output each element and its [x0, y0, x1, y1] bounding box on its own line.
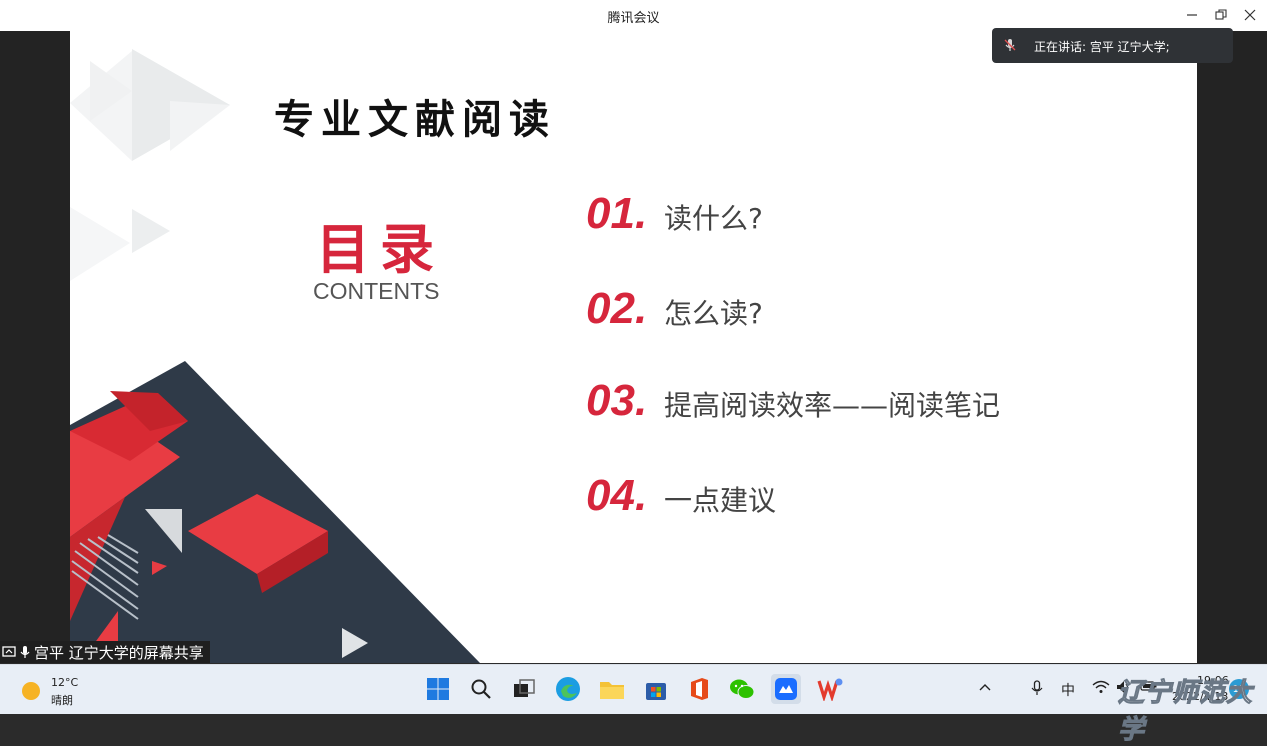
minimize-button[interactable]: [1178, 2, 1206, 28]
taskbar: 12°C 晴朗 中 19:06 2022/4/13 15: [0, 664, 1267, 714]
wifi-button[interactable]: [1092, 680, 1110, 698]
office-icon: [691, 678, 708, 700]
toc-item: 01. 读什么?: [586, 189, 763, 239]
microphone-icon: [1004, 39, 1016, 51]
toc-item: 02. 怎么读?: [586, 284, 763, 334]
store-icon: [646, 683, 666, 700]
speaking-text: 正在讲话: 宫平 辽宁大学;: [1034, 40, 1170, 54]
start-button[interactable]: [423, 674, 453, 704]
toc-number: 01.: [586, 189, 648, 238]
close-button[interactable]: [1236, 2, 1264, 28]
shared-slide: 专业文献阅读 目录 CONTENTS 01. 读什么? 02. 怎么读? 03.…: [70, 31, 1197, 663]
microphone-icon: [20, 646, 30, 658]
wechat-app[interactable]: [727, 674, 757, 704]
chevron-up-icon: [979, 684, 991, 691]
wps-icon: [817, 678, 843, 701]
tencent-meeting-app[interactable]: [771, 674, 801, 704]
slide-decoration: [70, 49, 480, 663]
wechat-icon: [730, 679, 755, 699]
weather-sun-icon[interactable]: [22, 682, 40, 700]
weather-temperature[interactable]: 12°C: [51, 676, 78, 689]
restore-button[interactable]: [1207, 2, 1235, 28]
ime-indicator[interactable]: 中: [1061, 680, 1075, 700]
task-view-icon: [514, 679, 535, 697]
toc-number: 04.: [586, 471, 648, 520]
screen-share-icon: [2, 646, 16, 657]
tencent-meeting-icon: [775, 678, 797, 700]
microphone-tray-button[interactable]: [1030, 680, 1044, 700]
slide-title: 专业文献阅读: [274, 96, 556, 143]
weather-description[interactable]: 晴朗: [51, 692, 73, 708]
toc-item: 03. 提高阅读效率——阅读笔记: [586, 376, 1000, 426]
office-app[interactable]: [684, 674, 714, 704]
wifi-icon: [1092, 680, 1110, 693]
speaking-indicator[interactable]: 正在讲话: 宫平 辽宁大学;: [992, 28, 1233, 63]
minimize-icon: [1187, 14, 1197, 16]
toc-heading: 目录: [316, 218, 444, 281]
toc-text: 提高阅读效率——阅读笔记: [664, 389, 1001, 422]
edge-app[interactable]: [553, 674, 583, 704]
close-icon: [1244, 9, 1256, 21]
right-letterbox: [1197, 31, 1267, 663]
toc-text: 读什么?: [664, 202, 763, 235]
toc-number: 02.: [586, 284, 648, 333]
screen-share-label: 宫平 辽宁大学的屏幕共享: [0, 641, 210, 663]
toc-subheading: CONTENTS: [313, 278, 440, 304]
microphone-icon: [1031, 680, 1043, 695]
search-button[interactable]: [466, 674, 496, 704]
window-title: 腾讯会议: [607, 11, 660, 26]
wps-app[interactable]: [815, 674, 845, 704]
toc-number: 03.: [586, 376, 648, 425]
left-letterbox: [0, 31, 70, 663]
task-view-button[interactable]: [509, 674, 539, 704]
toc-item: 04. 一点建议: [586, 471, 776, 521]
toc-text: 一点建议: [664, 484, 777, 517]
windows-icon: [427, 678, 449, 700]
folder-icon: [600, 682, 624, 699]
share-label-text: 宫平 辽宁大学的屏幕共享: [34, 643, 204, 662]
watermark-text: 辽宁师范大学: [1118, 678, 1254, 746]
toc-text: 怎么读?: [664, 297, 763, 330]
restore-icon: [1215, 9, 1227, 20]
search-icon: [471, 679, 491, 699]
edge-icon: [556, 677, 580, 701]
microsoft-store-app[interactable]: [641, 674, 671, 704]
file-explorer-app[interactable]: [597, 674, 627, 704]
show-hidden-icons-button[interactable]: [978, 680, 992, 698]
